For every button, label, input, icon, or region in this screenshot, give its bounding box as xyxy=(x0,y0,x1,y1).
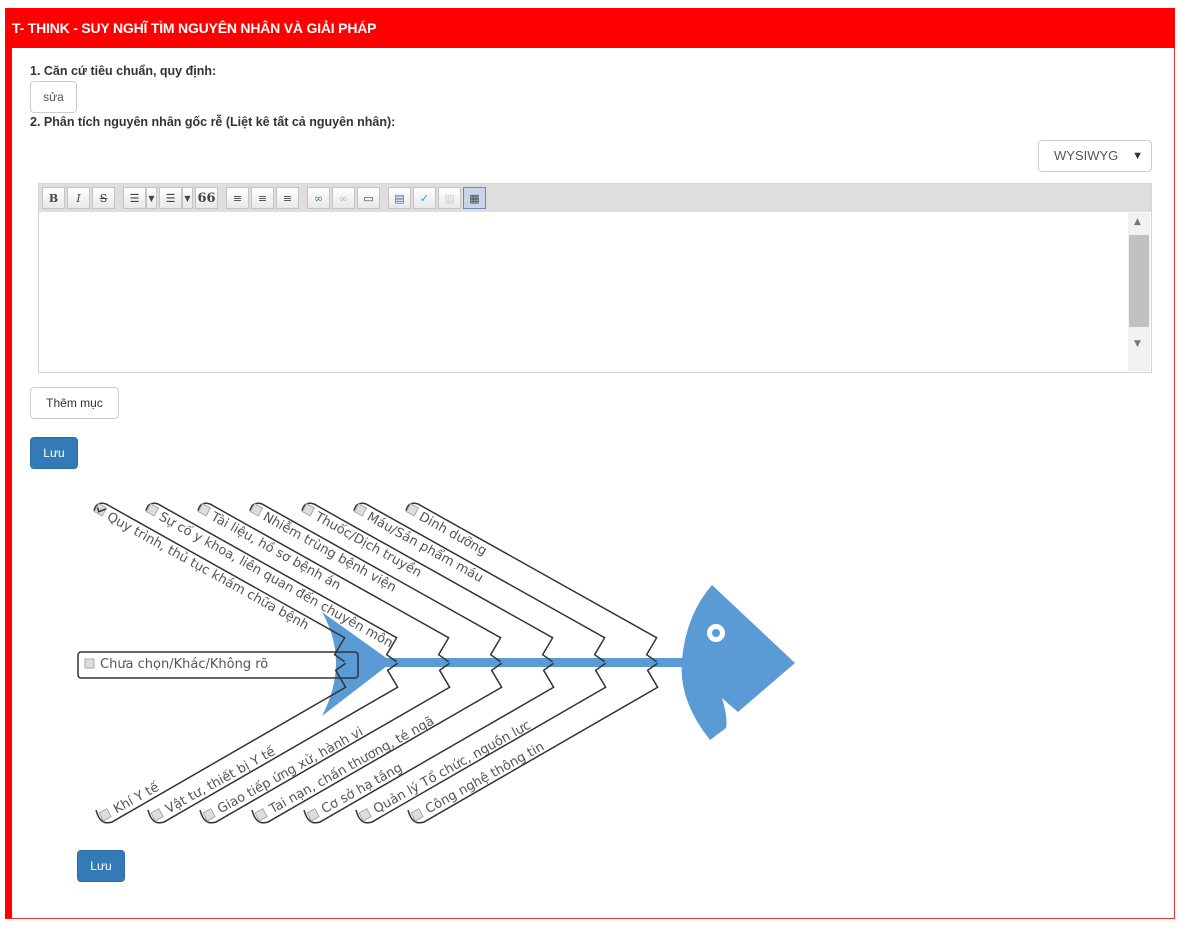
fish-head xyxy=(681,585,795,740)
save-button-bottom[interactable]: Lưu xyxy=(77,850,125,882)
other-cause-label: Chưa chọn/Khác/Không rõ xyxy=(100,657,268,672)
fishbone-diagram: Quy trình, thủ tục khám chữa bệnhSự cố y… xyxy=(77,502,795,824)
other-cause-box[interactable]: Chưa chọn/Khác/Không rõ xyxy=(77,651,359,679)
top-cause-bone[interactable]: Dinh dưỡng xyxy=(404,502,658,663)
fish-pupil xyxy=(712,629,720,637)
fish-spine xyxy=(385,658,690,667)
category-checkbox[interactable] xyxy=(84,658,95,669)
bottom-cause-bone[interactable]: Công nghệ thông tin xyxy=(407,662,659,824)
